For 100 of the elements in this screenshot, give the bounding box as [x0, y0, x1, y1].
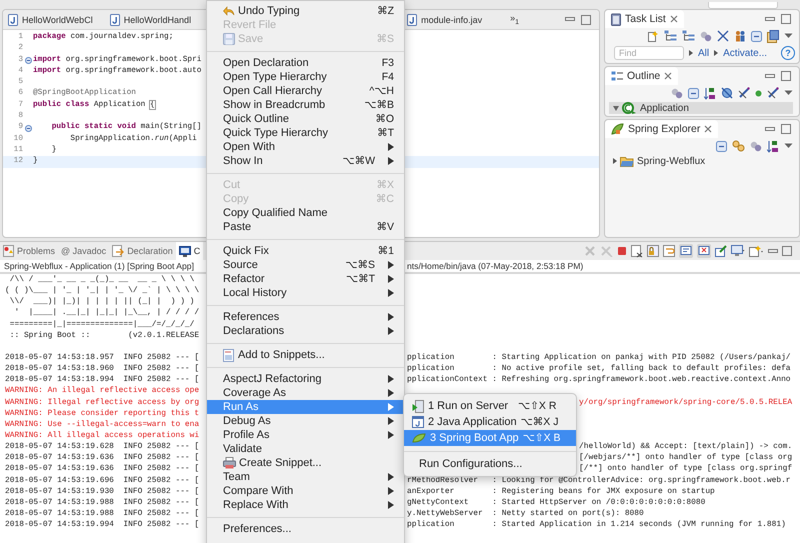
- display-icon[interactable]: [731, 245, 745, 257]
- menu-item[interactable]: Preferences...: [207, 522, 404, 536]
- menu-item[interactable]: Quick Type Hierarchy ⌘T: [207, 126, 404, 140]
- maximize-icon[interactable]: [782, 246, 792, 256]
- view-tab[interactable]: Spring Explorer: [605, 120, 718, 138]
- class-icon: [622, 102, 637, 114]
- outline-icon: [611, 70, 623, 82]
- editor-tab[interactable]: HelloWorldWebCl: [3, 10, 97, 29]
- sort-icon[interactable]: [767, 140, 779, 152]
- word-wrap-icon[interactable]: [663, 245, 675, 257]
- spheres-icon[interactable]: [671, 88, 683, 98]
- tree-item[interactable]: Spring-Webflux: [637, 156, 706, 166]
- minimize-icon[interactable]: [765, 74, 775, 78]
- minimize-icon[interactable]: [565, 17, 575, 22]
- undo-arrow-icon: [223, 6, 235, 16]
- menu-item[interactable]: Open Type Hierarchy F4: [207, 70, 404, 84]
- overflow-button[interactable]: »$_{1}$: [506, 13, 524, 26]
- minimize-icon[interactable]: [768, 248, 778, 254]
- new-document-icon[interactable]: [647, 30, 659, 42]
- panel-tab[interactable]: @ Javadoc: [58, 242, 110, 260]
- collapse-all-icon[interactable]: [716, 140, 727, 152]
- show-output-icon[interactable]: [679, 244, 693, 258]
- sort-icon[interactable]: [704, 86, 716, 100]
- stop-icon[interactable]: [617, 246, 627, 256]
- menu-item[interactable]: Debug As: [207, 414, 404, 428]
- menu-item[interactable]: 1 Run on Server ⌥⇧X R: [404, 398, 576, 414]
- panel-tab[interactable]: C: [176, 242, 204, 260]
- menu-item[interactable]: Profile As: [207, 428, 404, 442]
- clipboard-icon: [611, 12, 621, 26]
- view-menu-icon[interactable]: [784, 33, 793, 39]
- menu-item[interactable]: Open Call Hierarchy ^⌥H: [207, 84, 404, 98]
- pin-icon[interactable]: [715, 245, 727, 257]
- menu-item[interactable]: Open Declaration F3: [207, 56, 404, 70]
- menu-item[interactable]: Show in Breadcrumb ⌥⌘B: [207, 98, 404, 112]
- filter-link[interactable]: All: [698, 48, 710, 58]
- maximize-icon[interactable]: [781, 14, 791, 24]
- menu-item[interactable]: Quick Fix ⌘1: [207, 244, 404, 258]
- tree-list-icon[interactable]: [682, 30, 695, 42]
- show-error-icon[interactable]: [697, 244, 711, 258]
- editor-tab[interactable]: HelloWorldHandl: [104, 10, 196, 29]
- console-title: nts/Home/bin/java (07-May-2018, 2:53:18 PM): [407, 260, 584, 272]
- collapse-icon[interactable]: [24, 124, 32, 132]
- view-menu-icon[interactable]: [784, 90, 793, 96]
- menu-item[interactable]: AspectJ Refactoring: [207, 372, 404, 386]
- view-tab[interactable]: Outline: [605, 67, 678, 85]
- crossed-out-icon[interactable]: [717, 30, 729, 42]
- panel-tab[interactable]: Problems: [0, 242, 58, 260]
- maximize-icon[interactable]: [781, 124, 791, 134]
- search-field[interactable]: [708, 2, 778, 9]
- clear-console-icon[interactable]: [631, 244, 643, 258]
- lock-icon[interactable]: [647, 245, 659, 257]
- find-field[interactable]: Find: [614, 46, 684, 60]
- close-icon[interactable]: [704, 125, 712, 133]
- menu-item[interactable]: Paste ⌘V: [207, 220, 404, 234]
- java-file-icon: [407, 14, 418, 26]
- menu-item[interactable]: Create Snippet...: [207, 456, 404, 470]
- close-icon[interactable]: [670, 15, 678, 23]
- menu-item[interactable]: Team: [207, 470, 404, 484]
- menu-item[interactable]: Copy Qualified Name: [207, 206, 404, 220]
- collapse-all-icon[interactable]: [688, 88, 699, 98]
- spheres-icon[interactable]: [750, 140, 762, 152]
- dot-icon[interactable]: [755, 90, 762, 96]
- minimize-icon[interactable]: [765, 126, 775, 132]
- filter-link[interactable]: Activate...: [723, 48, 768, 58]
- menu-item[interactable]: Show In ⌥⌘W: [207, 154, 404, 168]
- menu-item[interactable]: Local History: [207, 286, 404, 300]
- menu-item[interactable]: Add to Snippets...: [207, 348, 404, 362]
- maximize-icon[interactable]: [781, 71, 791, 81]
- menu-item[interactable]: Compare With: [207, 484, 404, 498]
- menu-item[interactable]: Run Configurations...: [404, 456, 576, 472]
- editor-tab[interactable]: module-info.jav: [402, 10, 486, 29]
- view-menu-icon[interactable]: [784, 143, 793, 149]
- minimize-icon[interactable]: [765, 16, 775, 22]
- collapse-icon[interactable]: [24, 56, 32, 64]
- menu-item[interactable]: Refactor ⌥⌘T: [207, 272, 404, 286]
- menu-item[interactable]: Open With: [207, 140, 404, 154]
- spheres-icon[interactable]: [700, 30, 712, 42]
- folder-icon: [620, 156, 634, 166]
- help-button[interactable]: ?: [781, 46, 795, 60]
- new-console-icon[interactable]: [749, 245, 764, 257]
- hide-fields-icon[interactable]: [721, 87, 733, 99]
- people-icon[interactable]: [734, 30, 746, 42]
- menu-item[interactable]: Validate: [207, 442, 404, 456]
- menu-item[interactable]: Undo Typing ⌘Z: [207, 4, 404, 18]
- collapse-all-icon[interactable]: [751, 30, 762, 42]
- panel-tab[interactable]: Declaration: [109, 242, 176, 260]
- close-icon[interactable]: [664, 72, 672, 80]
- menu-item[interactable]: 2 Java Application ⌥⌘X J: [404, 414, 576, 430]
- menu-item[interactable]: Replace With: [207, 498, 404, 512]
- menu-item[interactable]: Source ⌥⌘S: [207, 258, 404, 272]
- monitor-icon: [178, 246, 191, 256]
- menu-item[interactable]: References: [207, 310, 404, 324]
- tree-item[interactable]: Application: [609, 102, 793, 114]
- menu-item[interactable]: Quick Outline ⌘O: [207, 112, 404, 126]
- view-tab[interactable]: Task List: [605, 10, 684, 28]
- leaf-icon: [412, 433, 426, 443]
- maximize-icon[interactable]: [581, 14, 591, 24]
- tree-list-icon[interactable]: [664, 30, 677, 42]
- menu-item[interactable]: Declarations: [207, 324, 404, 338]
- declaration-icon: [112, 244, 124, 258]
